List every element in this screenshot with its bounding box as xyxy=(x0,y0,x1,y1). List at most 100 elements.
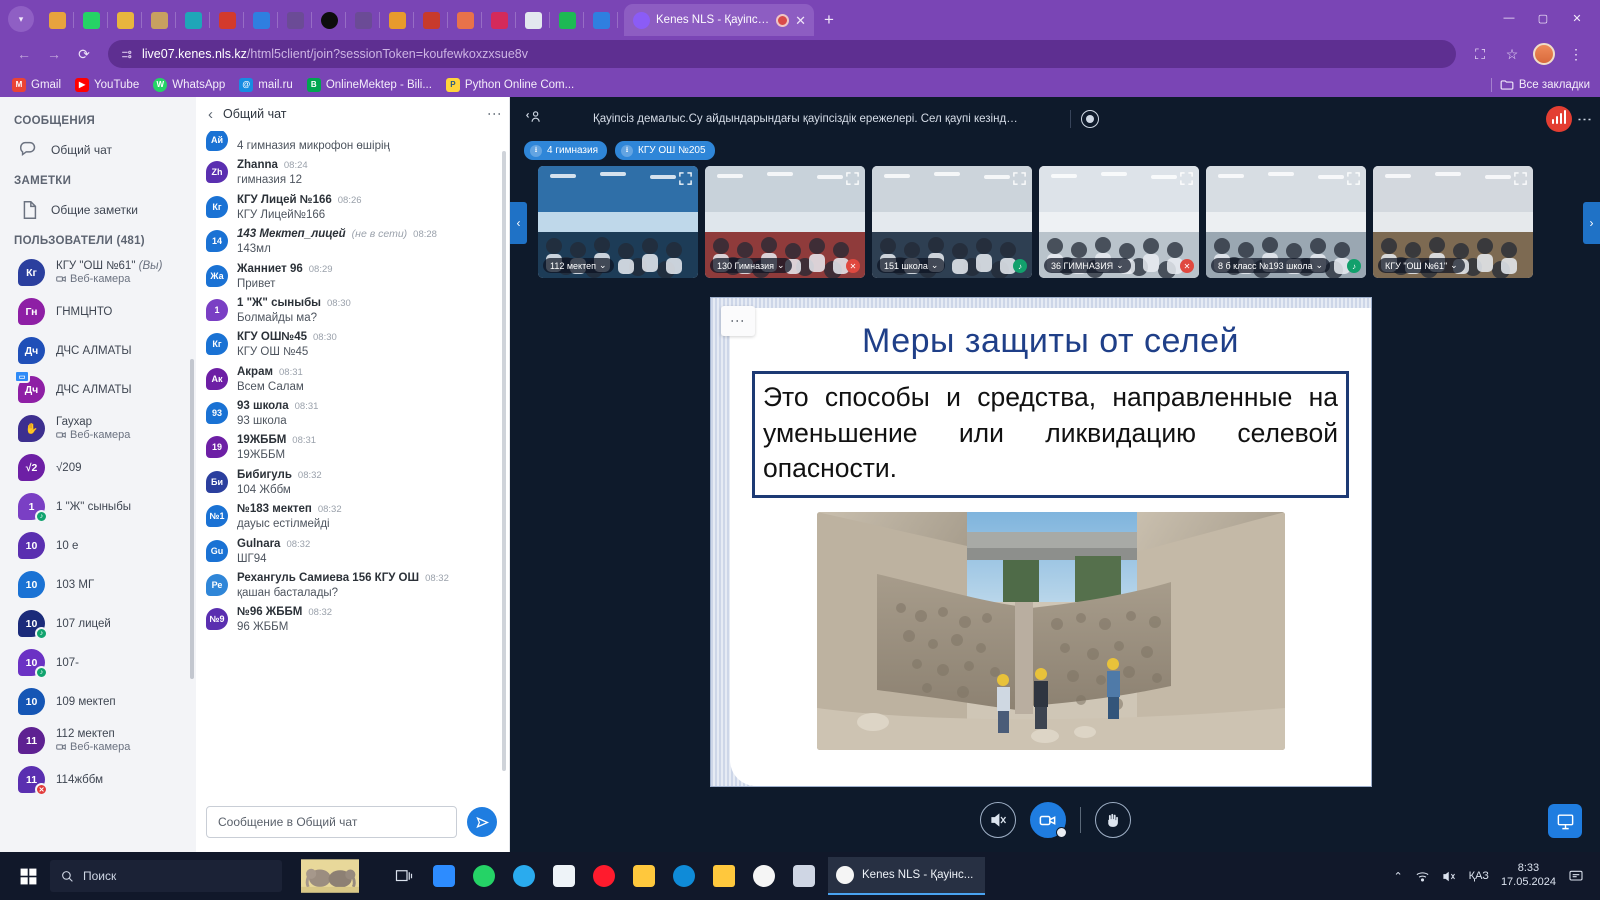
minimize-button[interactable]: — xyxy=(1492,6,1526,30)
expand-icon[interactable] xyxy=(678,171,693,186)
volume-muted-icon[interactable] xyxy=(1442,870,1457,883)
cast-icon[interactable]: ⛶ xyxy=(1466,40,1494,68)
webcam-tile[interactable]: 112 мектеп ⌄ xyxy=(538,166,698,278)
new-tab-button[interactable]: + xyxy=(824,10,834,30)
taskbar-app-explorer[interactable] xyxy=(624,854,664,898)
user-list-item[interactable]: ✋ Гаухар Веб-камера xyxy=(0,409,196,448)
pinned-tab[interactable] xyxy=(312,4,346,36)
expand-icon[interactable] xyxy=(1012,171,1027,186)
start-button[interactable] xyxy=(6,854,50,898)
user-list-item[interactable]: 10 103 МГ xyxy=(0,565,196,604)
forward-button[interactable]: → xyxy=(40,40,68,68)
reload-button[interactable]: ⟳ xyxy=(70,40,98,68)
notification-chip[interactable]: ⭳ 4 гимназия xyxy=(524,141,608,160)
sidebar-scrollbar[interactable] xyxy=(190,359,194,679)
pinned-tab[interactable] xyxy=(74,4,108,36)
user-list-item[interactable]: Гн ГНМЦНТО xyxy=(0,292,196,331)
user-list-item[interactable]: Дч ДЧС АЛМАТЫ xyxy=(0,331,196,370)
chat-scrollbar[interactable] xyxy=(502,151,506,771)
pinned-tab[interactable] xyxy=(584,4,618,36)
raise-hand-button[interactable] xyxy=(1094,802,1131,838)
user-list-item[interactable]: 10 109 мектеп xyxy=(0,682,196,721)
taskbar-app-whatsapp[interactable] xyxy=(464,854,504,898)
user-list-item[interactable]: Дч ▭ ДЧС АЛМАТЫ xyxy=(0,370,196,409)
bookmark-item[interactable]: P Python Online Com... xyxy=(445,77,574,92)
expand-icon[interactable] xyxy=(1179,171,1194,186)
notification-chip[interactable]: ⭳ КГУ ОШ №205 xyxy=(615,141,715,160)
back-button[interactable]: ← xyxy=(10,40,38,68)
user-list-item[interactable]: 1 ♪ 1 "Ж" сыныбы xyxy=(0,487,196,526)
user-list-item[interactable]: 10 10 е xyxy=(0,526,196,565)
tray-expand-icon[interactable]: ⌃ xyxy=(1393,870,1402,883)
filmstrip-next-button[interactable]: › xyxy=(1583,202,1600,244)
bookmark-item[interactable]: B OnlineMektep - Bili... xyxy=(306,77,432,92)
user-list-item[interactable]: √2 √209 xyxy=(0,448,196,487)
expand-icon[interactable] xyxy=(1346,171,1361,186)
user-list-item[interactable]: 11 ✕ 114жббм xyxy=(0,760,196,799)
sidebar-item-public-chat[interactable]: Общий чат xyxy=(0,133,196,167)
taskbar-app-opera[interactable] xyxy=(584,854,624,898)
bookmark-item[interactable]: W WhatsApp xyxy=(153,77,225,92)
pinned-tab[interactable] xyxy=(550,4,584,36)
connection-status-button[interactable] xyxy=(1546,106,1572,132)
browser-menu-button[interactable]: ⋮ xyxy=(1562,40,1590,68)
weather-widget[interactable] xyxy=(282,854,378,898)
kebab-menu-icon[interactable]: ⋮ xyxy=(487,107,503,122)
bookmark-item[interactable]: ▶ YouTube xyxy=(75,77,139,92)
address-bar[interactable]: live07.kenes.nls.kz/html5client/join?ses… xyxy=(108,40,1456,68)
pinned-tab[interactable] xyxy=(278,4,312,36)
pinned-tab[interactable] xyxy=(244,4,278,36)
bookmark-item[interactable]: M Gmail xyxy=(12,77,61,92)
network-icon[interactable] xyxy=(1415,870,1430,883)
notification-icon[interactable] xyxy=(1568,869,1584,883)
webcam-tile[interactable]: 151 школа ⌄ ♪ xyxy=(872,166,1032,278)
presentation-options-button[interactable]: ⋮ xyxy=(721,306,755,336)
taskbar-app-paint[interactable] xyxy=(544,854,584,898)
expand-icon[interactable] xyxy=(1513,171,1528,186)
pinned-tab[interactable] xyxy=(448,4,482,36)
meeting-options-button[interactable]: ⋮ xyxy=(1576,112,1593,127)
bookmark-item[interactable]: @ mail.ru xyxy=(239,77,293,92)
mute-speaker-button[interactable] xyxy=(979,802,1016,838)
language-indicator[interactable]: ҚАЗ xyxy=(1469,870,1489,882)
site-settings-icon[interactable] xyxy=(120,48,133,61)
user-list-item[interactable]: 10 ♪ 107 лицей xyxy=(0,604,196,643)
taskbar-search[interactable]: Поиск xyxy=(50,860,282,892)
user-list-item[interactable]: 10 ♪ 107- xyxy=(0,643,196,682)
presentation-toggle-button[interactable] xyxy=(1548,804,1582,838)
pinned-tab[interactable] xyxy=(346,4,380,36)
window-close-button[interactable]: ✕ xyxy=(1560,6,1594,30)
tab-close-button[interactable]: ✕ xyxy=(795,14,806,27)
camera-button[interactable] xyxy=(1029,802,1067,838)
expand-icon[interactable] xyxy=(845,171,860,186)
taskbar-app-edge[interactable] xyxy=(664,854,704,898)
sidebar-item-shared-notes[interactable]: Общие заметки xyxy=(0,193,196,227)
webcam-tile[interactable]: 130 Гимназия ⌄ ✕ xyxy=(705,166,865,278)
pinned-tab[interactable] xyxy=(176,4,210,36)
send-button[interactable] xyxy=(467,807,497,837)
webcam-tile[interactable]: 36 ГИМНАЗИЯ ⌄ ✕ xyxy=(1039,166,1199,278)
taskbar-active-window[interactable]: Kenes NLS - Қауінс... xyxy=(828,857,986,895)
user-list-toggle-icon[interactable] xyxy=(524,109,543,130)
taskbar-app-zoom[interactable] xyxy=(424,854,464,898)
pinned-tab[interactable] xyxy=(40,4,74,36)
maximize-button[interactable]: ▢ xyxy=(1526,6,1560,30)
user-list-item[interactable]: Кг КГУ "ОШ №61" (Вы) Веб-камера xyxy=(0,253,196,292)
chevron-left-icon[interactable]: ‹ xyxy=(208,106,213,123)
chat-message-list[interactable]: Ай 4 гимназия микрофон өшірің Zh Zhanna 08:2… xyxy=(196,131,509,792)
pinned-tab[interactable] xyxy=(210,4,244,36)
bookmark-star-icon[interactable]: ☆ xyxy=(1498,40,1526,68)
clock[interactable]: 8:33 17.05.2024 xyxy=(1501,862,1556,890)
webcam-tile[interactable]: 8 б класс №193 школа ⌄ ♪ xyxy=(1206,166,1366,278)
pinned-tab[interactable] xyxy=(142,4,176,36)
taskbar-app-python[interactable] xyxy=(784,854,824,898)
taskbar-app-chrome[interactable] xyxy=(744,854,784,898)
taskbar-app-notes[interactable] xyxy=(704,854,744,898)
task-view-button[interactable] xyxy=(384,854,424,898)
filmstrip-prev-button[interactable]: ‹ xyxy=(510,202,527,244)
user-list-item[interactable]: 11 112 мектеп Веб-камера xyxy=(0,721,196,760)
record-icon[interactable] xyxy=(1081,110,1099,128)
taskbar-app-telegram[interactable] xyxy=(504,854,544,898)
pinned-tab[interactable] xyxy=(414,4,448,36)
profile-button[interactable] xyxy=(1530,40,1558,68)
